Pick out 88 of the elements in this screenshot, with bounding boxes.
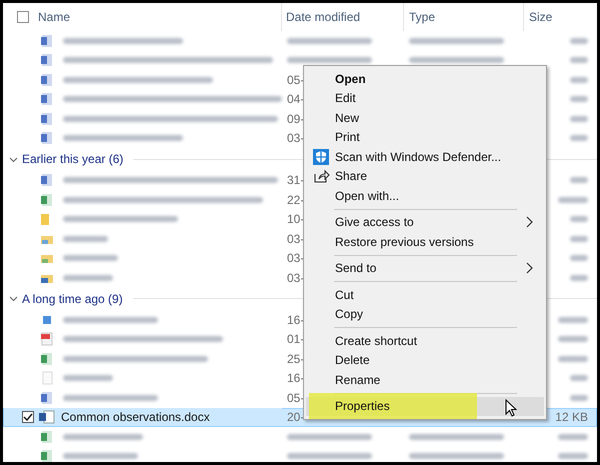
blurred-text <box>63 375 113 382</box>
menu-item[interactable]: Send to <box>306 258 544 278</box>
menu-item[interactable]: Restore previous versions <box>306 232 544 252</box>
chevron-right-icon <box>526 216 534 228</box>
blurred-text <box>570 135 588 142</box>
date-text: 04- <box>287 91 304 108</box>
menu-item[interactable]: Share <box>306 166 544 186</box>
pdf-icon <box>40 332 54 346</box>
menu-item[interactable]: Edit <box>306 88 544 108</box>
date-text: 09- <box>287 110 304 128</box>
blurred-text <box>570 375 588 382</box>
date-text: 16- <box>287 370 304 388</box>
document-icon <box>40 173 54 188</box>
spreadsheet-icon <box>40 192 54 207</box>
blurred-text <box>570 177 588 184</box>
blurred-text <box>570 76 588 83</box>
select-all-checkbox[interactable] <box>17 11 29 23</box>
blurred-text <box>570 394 588 401</box>
blurred-text <box>570 57 588 64</box>
blurred-text <box>558 434 588 440</box>
date-text: 03- <box>287 250 304 268</box>
date-text: 03- <box>287 130 304 148</box>
blurred-text <box>558 356 588 362</box>
word-document-icon <box>38 410 56 424</box>
document-icon <box>40 34 54 48</box>
blurred-text <box>63 255 118 262</box>
column-header[interactable]: Size <box>529 8 552 26</box>
date-text: 05- <box>287 390 304 407</box>
shield-icon <box>313 148 329 165</box>
document-icon <box>40 72 54 87</box>
date-text: 25- <box>287 350 304 368</box>
chevron-down-icon[interactable] <box>9 154 18 164</box>
blurred-text <box>63 236 108 242</box>
size-text: 12 KB <box>555 409 588 426</box>
check-icon <box>23 412 33 422</box>
blurred-text <box>558 316 588 323</box>
blurred-text <box>570 116 588 122</box>
document-icon <box>40 92 54 106</box>
date-text: 03- <box>287 230 304 248</box>
settings-file-icon <box>40 371 54 386</box>
date-text: 20- <box>287 409 304 426</box>
document-icon <box>40 112 54 126</box>
menu-item[interactable]: Create shortcut <box>306 331 544 350</box>
blurred-text <box>570 255 588 262</box>
document-icon <box>40 390 54 405</box>
blurred-text <box>570 38 588 44</box>
date-text: 22- <box>287 192 304 209</box>
menu-item[interactable]: Delete <box>306 350 544 370</box>
menu-item[interactable]: Open with... <box>306 186 544 206</box>
menu-item[interactable]: Print <box>306 128 544 147</box>
date-text: 01- <box>287 331 304 348</box>
checkbox[interactable] <box>22 411 34 424</box>
name-cell[interactable]: Common observations.docx <box>4 408 282 426</box>
column-header[interactable]: Type <box>409 8 436 26</box>
menu-item[interactable]: Cut <box>306 285 544 304</box>
blurred-text <box>558 453 588 460</box>
column-header[interactable]: Name <box>38 8 70 26</box>
menu-item[interactable]: Open <box>306 69 544 88</box>
menu-item[interactable]: Rename <box>306 370 544 390</box>
date-text: 05- <box>287 72 304 89</box>
document-icon <box>40 131 54 146</box>
blurred-text <box>570 96 588 102</box>
file-name: Common observations.docx <box>61 409 210 426</box>
menu-item[interactable]: Copy <box>306 304 544 324</box>
chevron-right-icon <box>526 262 534 274</box>
menu-item[interactable]: Scan with Windows Defender... <box>306 147 544 166</box>
group-header[interactable]: Earlier this year (6) <box>22 150 124 168</box>
spreadsheet-icon <box>40 449 54 462</box>
spreadsheet-icon <box>40 352 54 366</box>
blurred-text <box>570 216 588 222</box>
menu-item[interactable]: New <box>306 108 544 128</box>
group-header[interactable]: A long time ago (9) <box>22 290 123 308</box>
mouse-pointer-icon <box>505 399 517 417</box>
date-text: 31- <box>287 172 304 190</box>
blurred-text <box>558 196 588 203</box>
spreadsheet-icon <box>40 430 54 444</box>
blurred-text <box>63 274 113 281</box>
chevron-down-icon[interactable] <box>9 294 18 304</box>
blurred-text <box>570 274 588 281</box>
blurred-text <box>570 236 588 242</box>
share-icon <box>314 169 330 184</box>
date-text: 16- <box>287 312 304 329</box>
column-header[interactable]: Date modified <box>286 8 360 26</box>
date-text: 03- <box>287 270 304 287</box>
date-text: 10- <box>287 211 304 228</box>
menu-item[interactable]: Give access to <box>306 212 544 232</box>
blurred-text <box>558 336 588 342</box>
document-icon <box>40 53 54 68</box>
